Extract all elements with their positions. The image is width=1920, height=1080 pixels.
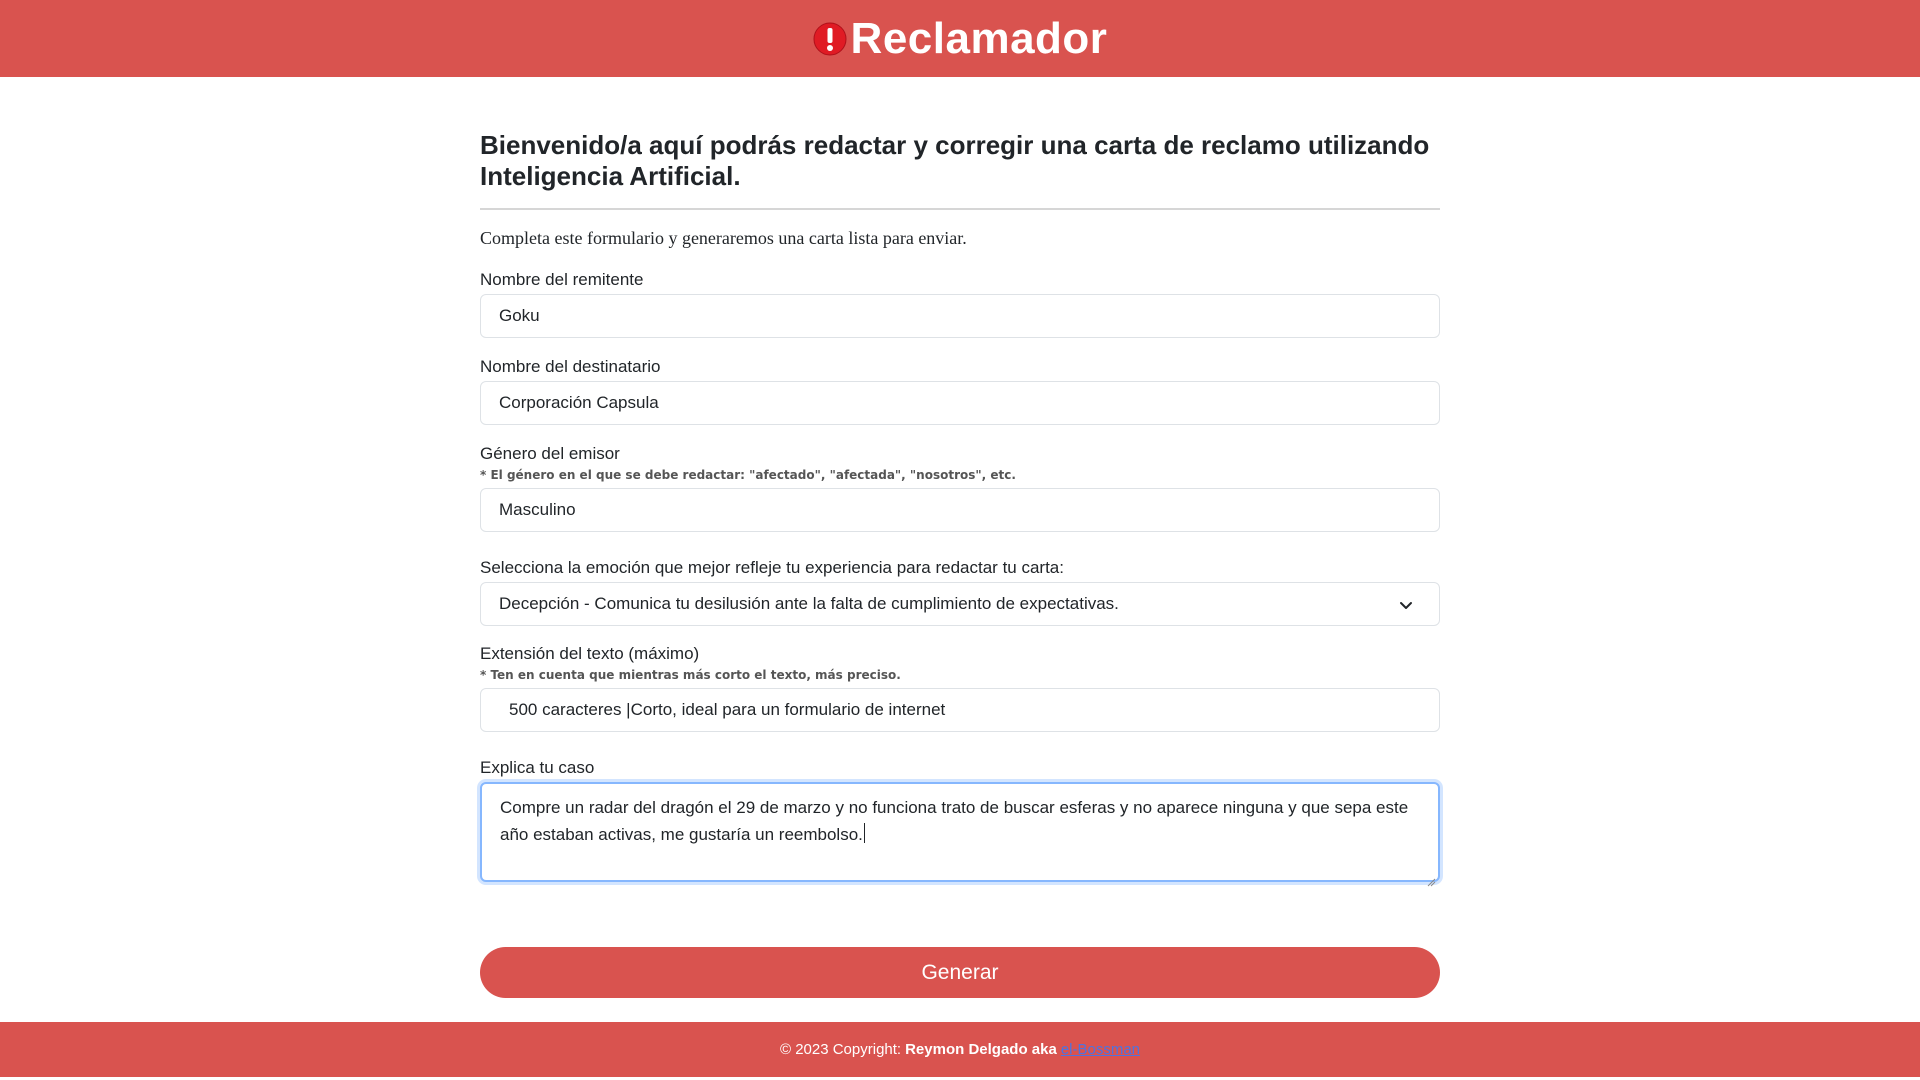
emotion-select[interactable]: Decepción - Comunica tu desilusión ante …	[480, 582, 1440, 626]
gender-hint: * El género en el que se debe redactar: …	[480, 468, 1016, 482]
sender-label: Nombre del remitente	[480, 270, 644, 289]
length-input[interactable]: 500 caracteres |Corto, ideal para un for…	[480, 688, 1440, 732]
footer-author: Reymon Delgado aka	[905, 1041, 1057, 1058]
main-container: Bienvenido/a aquí podrás redactar y corr…	[480, 125, 1440, 887]
gender-label: Género del emisor	[480, 444, 620, 463]
length-hint: * Ten en cuenta que mientras más corto e…	[480, 668, 901, 682]
emotion-selected-value: Decepción - Comunica tu desilusión ante …	[499, 594, 1119, 613]
recipient-input-value: Corporación Capsula	[499, 393, 659, 412]
emotion-label: Selecciona la emoción que mejor refleje …	[480, 558, 1064, 577]
top-header: Reclamador	[0, 0, 1920, 77]
generate-button[interactable]: Generar	[480, 947, 1440, 998]
case-field-group: Explica tu caso Compre un radar del drag…	[480, 758, 1440, 887]
length-field-group: Extensión del texto (máximo) * Ten en cu…	[480, 644, 1440, 732]
sender-input[interactable]: Goku	[480, 294, 1440, 338]
brand[interactable]: Reclamador	[813, 14, 1108, 64]
length-input-value: 500 caracteres |Corto, ideal para un for…	[509, 700, 946, 719]
emotion-field-group: Selecciona la emoción que mejor refleje …	[480, 558, 1440, 626]
brand-name: Reclamador	[850, 13, 1108, 63]
gender-field-group: Género del emisor * El género en el que …	[480, 444, 1440, 532]
recipient-field-group: Nombre del destinatario Corporación Caps…	[480, 357, 1440, 425]
exclamation-circle-icon	[813, 22, 847, 56]
case-textarea-value: Compre un radar del dragón el 29 de marz…	[500, 798, 1409, 844]
recipient-input[interactable]: Corporación Capsula	[480, 381, 1440, 425]
text-cursor	[863, 823, 865, 843]
gender-input[interactable]: Masculino	[480, 488, 1440, 532]
recipient-label: Nombre del destinatario	[480, 357, 661, 376]
page-title: Bienvenido/a aquí podrás redactar y corr…	[480, 130, 1430, 191]
gender-input-value: Masculino	[499, 500, 576, 519]
length-label: Extensión del texto (máximo)	[480, 644, 700, 663]
intro-text: Completa este formulario y generaremos u…	[480, 228, 967, 248]
resize-grip-icon[interactable]	[1426, 868, 1436, 887]
case-textarea[interactable]: Compre un radar del dragón el 29 de marz…	[480, 782, 1440, 887]
footer-author-link[interactable]: el-Bossman	[1061, 1041, 1140, 1058]
footer-copyright: © 2023 Copyright:	[779, 1041, 902, 1058]
sender-field-group: Nombre del remitente Goku	[480, 270, 1440, 338]
case-label: Explica tu caso	[480, 758, 595, 777]
sender-input-value: Goku	[499, 306, 540, 325]
footer: © 2023 Copyright: Reymon Delgado aka el-…	[0, 1022, 1920, 1077]
title-divider	[480, 208, 1440, 210]
chevron-down-icon	[1399, 597, 1413, 611]
